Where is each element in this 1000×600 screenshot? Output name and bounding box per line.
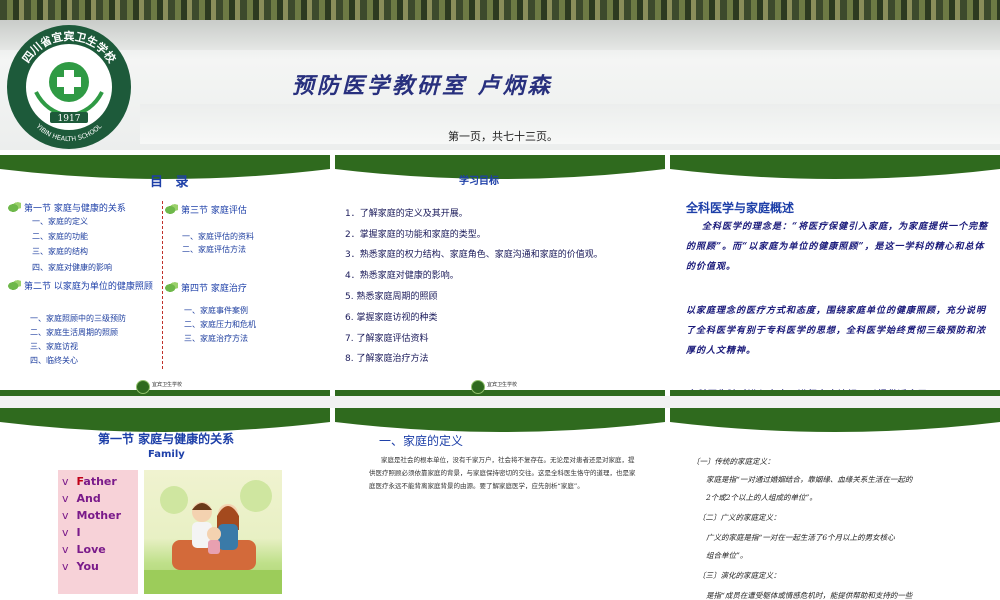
definition-heading: 〔三〕演化的家庭定义： — [698, 571, 781, 580]
paragraph: 全科医学的理念是：“将医疗保健引入家庭，为家庭提供一个完整的照顾”。而“以家庭为… — [686, 222, 989, 272]
toc-item: 二、家庭评估方法 — [182, 245, 246, 254]
footer-logo-icon — [471, 380, 485, 394]
acronym-row: v Father — [62, 475, 117, 488]
toc-item: 三、家庭访视 — [30, 342, 78, 351]
slide-title: 一、家庭的定义 — [379, 434, 464, 448]
wall-ledge — [0, 20, 1000, 50]
toc-section-1: 第一节 家庭与健康的关系 — [8, 201, 126, 214]
toc-item: 四、临终关心 — [30, 356, 78, 365]
foliage-strip — [0, 0, 1000, 20]
goal-item: 4．熟悉家庭对健康的影响。 — [345, 271, 459, 281]
toc-section-3: 第三节 家庭评估 — [165, 203, 247, 216]
slide-thumbnail-definition[interactable]: 一、家庭的定义 家庭是社会的根本单位，没有千家万户，社会将不复存在。无论是对患者… — [335, 408, 665, 600]
slide-header-arc — [335, 155, 665, 179]
family-acronym-list: v Father v And v Mother vI v Love v You — [58, 470, 138, 594]
wall-lower — [140, 104, 1000, 144]
toc-item: 一、家庭的定义 — [32, 217, 88, 226]
definition-text: 2个或2个以上的人组成的单位”。 — [706, 493, 817, 502]
definition-heading: 〔二〕广义的家庭定义： — [698, 513, 781, 522]
toc-item: 四、家庭对健康的影响 — [32, 263, 112, 272]
slide-header-arc — [670, 408, 1000, 432]
banner-title: 预防医学教研室 卢炳森 — [292, 73, 553, 99]
toc-item: 二、家庭压力和危机 — [184, 320, 256, 329]
acronym-row: vI — [62, 526, 81, 539]
slide-title: 第一节 家庭与健康的关系 — [98, 432, 235, 446]
slide-subtitle: Family — [148, 449, 185, 460]
slide-title: 学习目标 — [459, 176, 499, 187]
leaf-icon — [165, 282, 178, 292]
definition-text: 是指“成员在遭受躯体或情感危机时，能提供帮助和支持的一些 — [706, 591, 913, 600]
footer-text: 宜宾卫生学校 — [152, 382, 183, 388]
goal-item: 7. 了解家庭评估资料 — [345, 334, 429, 344]
slide-footer-bar — [670, 390, 1000, 396]
acronym-row: v And — [62, 492, 101, 505]
page-info: 第一页，共七十三页。 — [448, 130, 558, 143]
toc-item: 一、家庭事件案例 — [184, 306, 248, 315]
goal-item: 3．熟悉家庭的权力结构、家庭角色、家庭沟通和家庭的价值观。 — [345, 250, 603, 260]
toc-item: 二、家庭生活周期的照顾 — [30, 328, 118, 337]
school-logo-icon: 1917 四川省宜宾卫生学校 YIBIN HEALTH SCHOOL — [7, 25, 131, 149]
definition-text: 广义的家庭是指“一对在一起生活了6个月以上的男女核心 — [706, 533, 895, 542]
toc-item: 三、家庭治疗方法 — [184, 334, 248, 343]
leaf-icon — [8, 280, 21, 290]
goal-item: 6. 掌握家庭访视的种类 — [345, 313, 438, 323]
leaf-icon — [165, 204, 178, 214]
slide-title: 目 录 — [150, 175, 193, 190]
goal-item: 8. 了解家庭治疗方法 — [345, 354, 429, 364]
slide-thumbnail-overview[interactable]: 全科医学与家庭概述 全科医学的理念是：“将医疗保健引入家庭，为家庭提供一个完整的… — [670, 155, 1000, 396]
toc-item: 三、家庭的结构 — [32, 247, 88, 256]
toc-item: 一、家庭照顾中的三级预防 — [30, 314, 126, 323]
goal-item: 5. 熟悉家庭周期的照顾 — [345, 292, 438, 302]
goal-item: 1．了解家庭的定义及其开展。 — [345, 209, 468, 219]
acronym-row: v You — [62, 560, 99, 573]
svg-text:1917: 1917 — [58, 114, 81, 124]
paragraph: 以家庭理念的医疗方式和态度，围绕家庭单位的健康照顾，充分说明了全科医学有别于专科… — [686, 306, 987, 356]
toc-section-4: 第四节 家庭治疗 — [165, 281, 247, 294]
toc-section-2: 第二节 以家庭为单位的健康照顾 — [8, 280, 158, 294]
slide-footer-bar — [0, 390, 330, 396]
goal-item: 2．掌握家庭的功能和家庭的类型。 — [345, 230, 486, 240]
definition-text: 组合单位”。 — [706, 551, 748, 560]
slide-thumbnail-family[interactable]: 第一节 家庭与健康的关系 Family v Father v And v Mother… — [0, 408, 330, 600]
slide-thumbnail-definitions[interactable]: 〔一〕传统的家庭定义： 家庭是指“一对通过婚姻结合，靠姻缘、血缘关系生活在一起的… — [670, 408, 1000, 600]
title-banner: 1917 四川省宜宾卫生学校 YIBIN HEALTH SCHOOL 预防医学教… — [0, 0, 1000, 150]
definition-heading: 〔一〕传统的家庭定义： — [692, 457, 775, 466]
slide-title: 全科医学与家庭概述 — [686, 201, 795, 215]
toc-divider — [162, 201, 163, 369]
toc-item: 一、家庭评估的资料 — [182, 232, 254, 241]
footer-logo-icon — [136, 380, 150, 394]
slide-header-arc — [670, 155, 1000, 179]
family-illustration — [144, 470, 282, 594]
paragraph: 家庭是社会的根本单位，没有千家万户，社会将不复存在。无论是对患者还是对家庭，提供… — [369, 456, 636, 490]
footer-text: 宜宾卫生学校 — [487, 382, 518, 388]
slide-thumbnail-toc[interactable]: 目 录 第一节 家庭与健康的关系 一、家庭的定义 二、家庭的功能 三、家庭的结构… — [0, 155, 330, 396]
toc-item: 二、家庭的功能 — [32, 232, 88, 241]
definition-text: 家庭是指“一对通过婚姻结合，靠姻缘、血缘关系生活在一起的 — [706, 475, 913, 484]
family-icon — [144, 480, 282, 594]
slide-footer-bar — [335, 390, 665, 396]
row-separator — [0, 396, 1000, 408]
slide-thumbnail-goals[interactable]: 学习目标 1．了解家庭的定义及其开展。 2．掌握家庭的功能和家庭的类型。 3．熟… — [335, 155, 665, 396]
acronym-row: v Love — [62, 543, 106, 556]
acronym-row: v Mother — [62, 509, 122, 522]
leaf-icon — [8, 202, 21, 212]
